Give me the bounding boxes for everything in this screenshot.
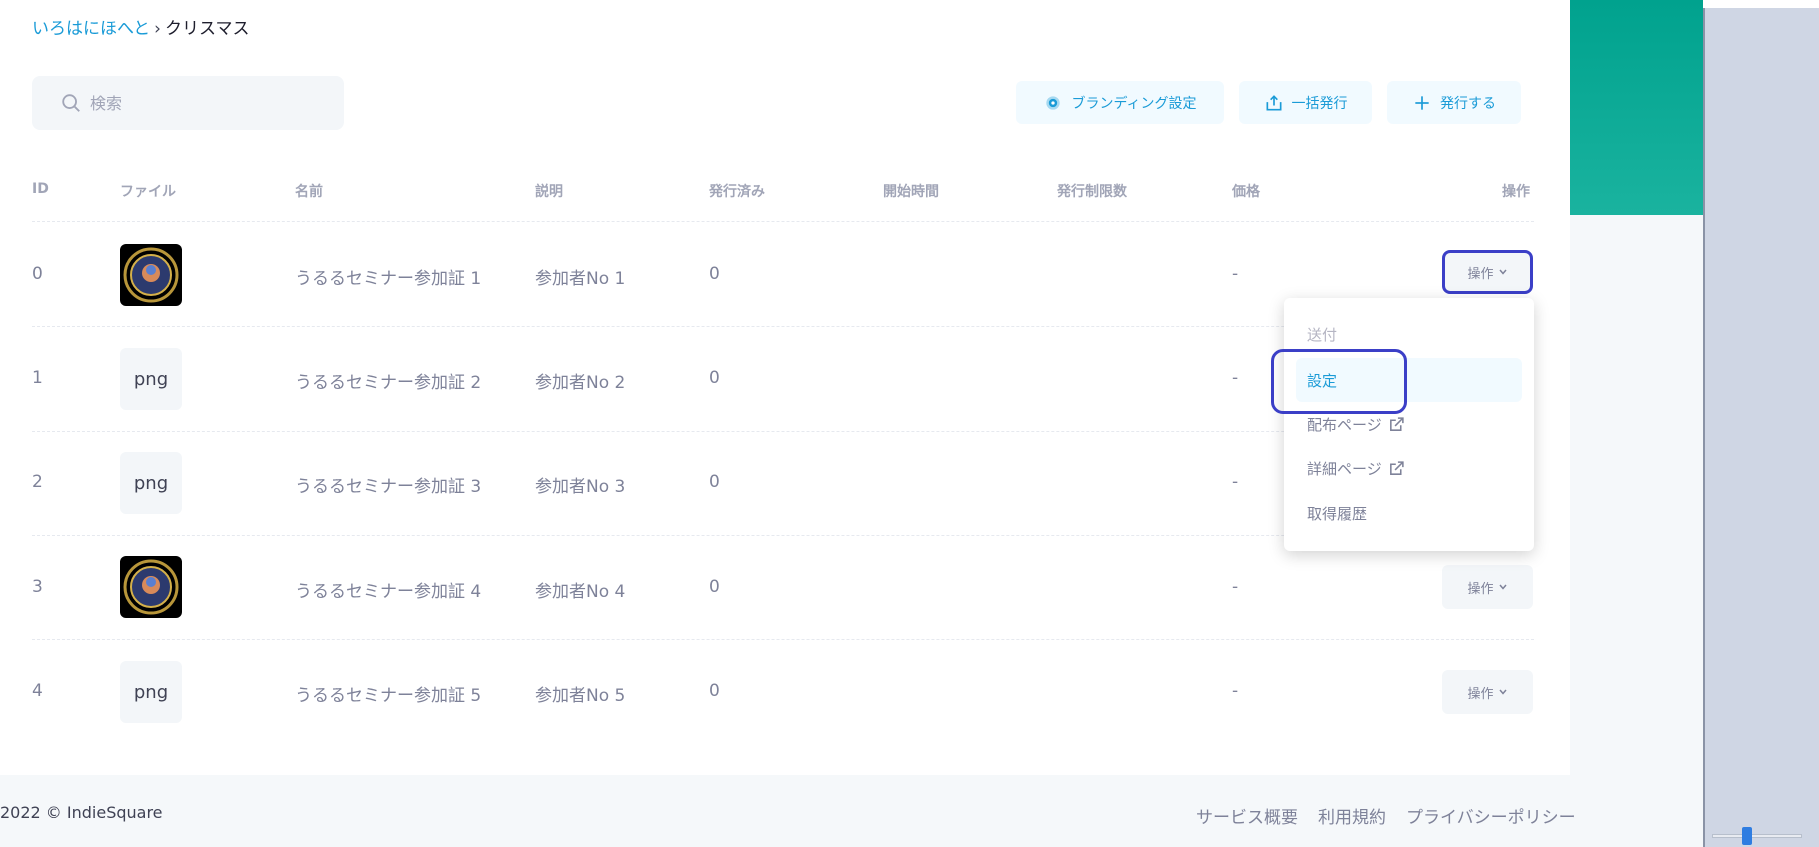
row-issued: 0 <box>709 368 720 388</box>
breadcrumb-current: クリスマス <box>164 19 250 39</box>
menu-item-distribution-label: 配布ページ <box>1307 416 1382 434</box>
menu-item-detail-page[interactable]: 詳細ページ <box>1307 458 1405 479</box>
issue-label: 発行する <box>1440 95 1496 112</box>
breadcrumb-parent-link[interactable]: いろはにほへと <box>32 19 150 39</box>
search-input[interactable] <box>90 93 310 113</box>
gear-icon <box>1046 95 1061 110</box>
row-issued: 0 <box>709 472 720 492</box>
footer-copyright: 2022 © IndieSquare <box>0 803 163 822</box>
row-actions-button[interactable]: 操作 <box>1442 565 1533 609</box>
row-divider <box>32 639 1534 640</box>
row-name: うるるセミナー参加証 3 <box>295 477 482 497</box>
header-start-time: 開始時間 <box>883 184 939 200</box>
chevron-down-icon <box>1498 584 1507 590</box>
row-issued: 0 <box>709 264 720 284</box>
row-name: うるるセミナー参加証 1 <box>295 269 482 289</box>
row-description: 参加者No 5 <box>535 686 626 706</box>
row-issued: 0 <box>709 577 720 597</box>
row-price: - <box>1232 368 1239 388</box>
badge-image-icon <box>123 559 179 615</box>
row-price: - <box>1232 264 1239 284</box>
footer-link-terms[interactable]: 利用規約 <box>1318 803 1386 828</box>
search-box[interactable] <box>32 76 344 130</box>
file-type-label: png <box>133 368 169 390</box>
file-type-label: png <box>133 472 169 494</box>
external-link-icon <box>1389 461 1404 475</box>
row-issued: 0 <box>709 681 720 701</box>
actions-dropdown-menu: 送付 設定 配布ページ 詳細ページ 取得履歴 <box>1284 298 1534 551</box>
row-thumbnail <box>120 244 182 306</box>
row-id: 2 <box>32 472 43 492</box>
row-name: うるるセミナー参加証 2 <box>295 373 482 393</box>
menu-item-history[interactable]: 取得履歴 <box>1307 503 1367 524</box>
chevron-down-icon <box>1498 269 1507 275</box>
footer-link-privacy[interactable]: プライバシーポリシー <box>1406 803 1576 828</box>
breadcrumb: いろはにほへと › クリスマス <box>32 14 249 39</box>
row-actions-button[interactable]: 操作 <box>1442 250 1533 294</box>
scroll-thumb[interactable] <box>1742 827 1752 845</box>
settings-highlight-outline <box>1271 349 1407 414</box>
row-thumbnail: png <box>120 348 182 410</box>
row-actions-label: 操作 <box>1467 581 1494 597</box>
row-price: - <box>1232 577 1239 597</box>
row-description: 参加者No 3 <box>535 477 626 497</box>
row-id: 3 <box>32 577 43 597</box>
row-price: - <box>1232 472 1239 492</box>
menu-item-history-label: 取得履歴 <box>1307 505 1368 523</box>
plus-icon <box>1415 95 1429 110</box>
branding-settings-button[interactable]: ブランディング設定 <box>1016 81 1224 124</box>
row-thumbnail: png <box>120 661 182 723</box>
row-id: 1 <box>32 368 43 388</box>
row-description: 参加者No 1 <box>535 269 626 289</box>
issue-button[interactable]: 発行する <box>1387 81 1521 124</box>
menu-item-send[interactable]: 送付 <box>1307 324 1337 345</box>
row-price: - <box>1232 681 1239 701</box>
row-thumbnail: png <box>120 452 182 514</box>
header-id: ID <box>32 181 49 197</box>
badge-image-icon <box>123 247 179 303</box>
bulk-issue-label: 一括発行 <box>1291 95 1348 112</box>
header-issue-limit: 発行制限数 <box>1057 184 1127 200</box>
row-id: 4 <box>32 681 43 701</box>
window-edge-top <box>1703 0 1819 8</box>
row-actions-label: 操作 <box>1467 686 1494 702</box>
row-actions-button[interactable]: 操作 <box>1442 670 1533 714</box>
breadcrumb-separator: › <box>154 19 161 39</box>
header-file: ファイル <box>120 184 176 200</box>
row-id: 0 <box>32 264 43 284</box>
branding-settings-label: ブランディング設定 <box>1071 95 1197 112</box>
chevron-down-icon <box>1498 689 1507 695</box>
header-name: 名前 <box>295 184 323 200</box>
bulk-issue-button[interactable]: 一括発行 <box>1239 81 1372 124</box>
green-side-panel <box>1570 0 1703 215</box>
menu-item-distribution-page[interactable]: 配布ページ <box>1307 414 1405 435</box>
header-price: 価格 <box>1232 184 1260 200</box>
header-actions: 操作 <box>1502 184 1530 200</box>
external-link-icon <box>1389 417 1404 431</box>
adjacent-window <box>1703 8 1819 847</box>
upload-icon <box>1266 94 1281 110</box>
row-thumbnail <box>120 556 182 618</box>
row-description: 参加者No 2 <box>535 373 626 393</box>
row-name: うるるセミナー参加証 4 <box>295 582 482 602</box>
header-description: 説明 <box>535 184 563 200</box>
horizontal-scroll-track[interactable] <box>1712 834 1802 838</box>
menu-item-detail-label: 詳細ページ <box>1307 460 1382 478</box>
file-type-label: png <box>133 681 169 703</box>
row-name: うるるセミナー参加証 5 <box>295 686 482 706</box>
header-issued: 発行済み <box>709 184 765 200</box>
footer-link-service[interactable]: サービス概要 <box>1196 803 1298 828</box>
menu-item-send-label: 送付 <box>1307 326 1338 344</box>
row-actions-label: 操作 <box>1467 266 1494 282</box>
search-icon <box>62 94 80 112</box>
row-description: 参加者No 4 <box>535 582 626 602</box>
row-divider <box>32 221 1534 222</box>
